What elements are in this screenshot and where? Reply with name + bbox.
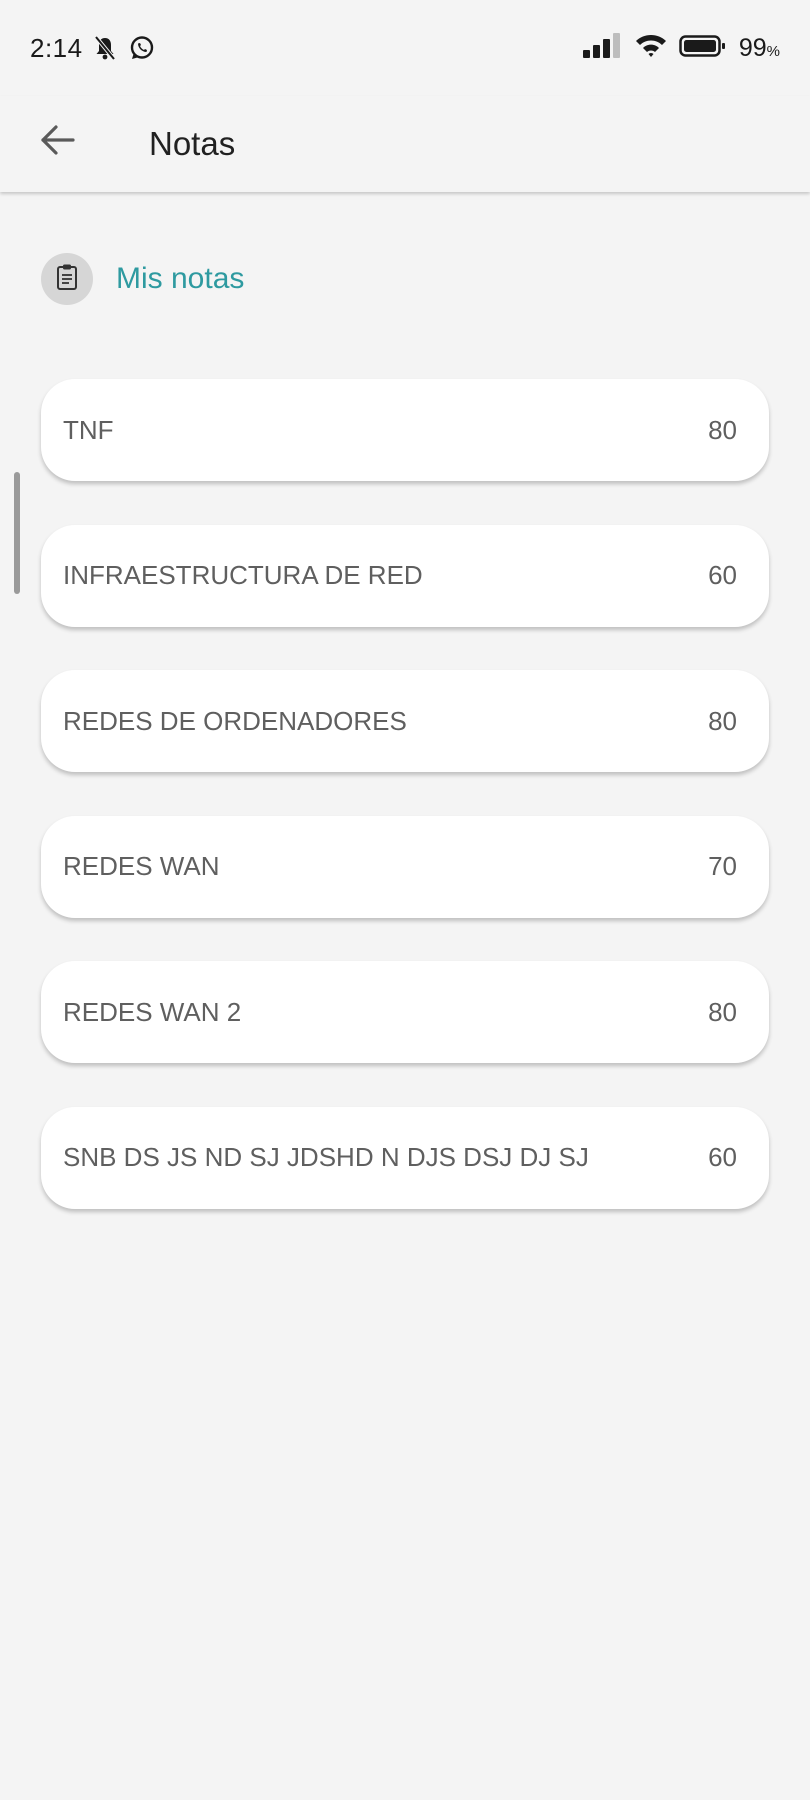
notes-list: TNF 80 INFRAESTRUCTURA DE RED 60 REDES D… bbox=[41, 379, 769, 1252]
note-subject: TNF bbox=[63, 414, 114, 445]
note-card[interactable]: REDES WAN 70 bbox=[41, 815, 769, 918]
note-card[interactable]: SNB DS JS ND SJ JDSHD N DJS DSJ DJ SJ 60 bbox=[41, 1106, 769, 1209]
note-subject: REDES DE ORDENADORES bbox=[63, 705, 407, 736]
status-time: 2:14 bbox=[30, 32, 83, 63]
note-grade: 70 bbox=[708, 851, 737, 881]
section-avatar bbox=[41, 253, 93, 305]
app-bar: Notas bbox=[0, 96, 810, 192]
signal-icon bbox=[582, 32, 623, 64]
status-bar: 2:14 99% bbox=[0, 0, 810, 96]
section-title: Mis notas bbox=[116, 262, 245, 295]
status-right: 99% bbox=[571, 32, 780, 64]
note-grade: 60 bbox=[708, 1142, 737, 1172]
note-grade: 80 bbox=[708, 705, 737, 736]
note-card[interactable]: TNF 80 bbox=[41, 379, 769, 481]
note-grade: 60 bbox=[708, 560, 737, 590]
status-left: 2:14 bbox=[30, 32, 155, 64]
note-subject: INFRAESTRUCTURA DE RED bbox=[63, 560, 423, 590]
note-grade: 80 bbox=[708, 414, 737, 445]
scrollbar-thumb[interactable] bbox=[14, 472, 20, 594]
whatsapp-icon bbox=[129, 35, 155, 61]
note-subject: SNB DS JS ND SJ JDSHD N DJS DSJ DJ SJ bbox=[63, 1142, 589, 1172]
back-button[interactable] bbox=[30, 114, 86, 170]
clipboard-icon bbox=[55, 263, 79, 296]
battery-level: 99% bbox=[739, 34, 780, 63]
page-title: Notas bbox=[149, 125, 236, 162]
note-card[interactable]: REDES WAN 2 80 bbox=[41, 961, 769, 1063]
arrow-left-icon bbox=[38, 120, 78, 165]
battery-unit: % bbox=[766, 42, 780, 60]
battery-icon bbox=[679, 33, 727, 64]
section-header: Mis notas bbox=[41, 253, 244, 305]
note-grade: 80 bbox=[708, 996, 737, 1027]
battery-value: 99 bbox=[738, 33, 767, 62]
bell-off-icon bbox=[93, 35, 119, 61]
note-subject: REDES WAN bbox=[63, 851, 220, 881]
note-subject: REDES WAN 2 bbox=[63, 996, 242, 1027]
wifi-icon bbox=[635, 33, 667, 64]
note-card[interactable]: INFRAESTRUCTURA DE RED 60 bbox=[41, 524, 769, 627]
note-card[interactable]: REDES DE ORDENADORES 80 bbox=[41, 670, 769, 772]
